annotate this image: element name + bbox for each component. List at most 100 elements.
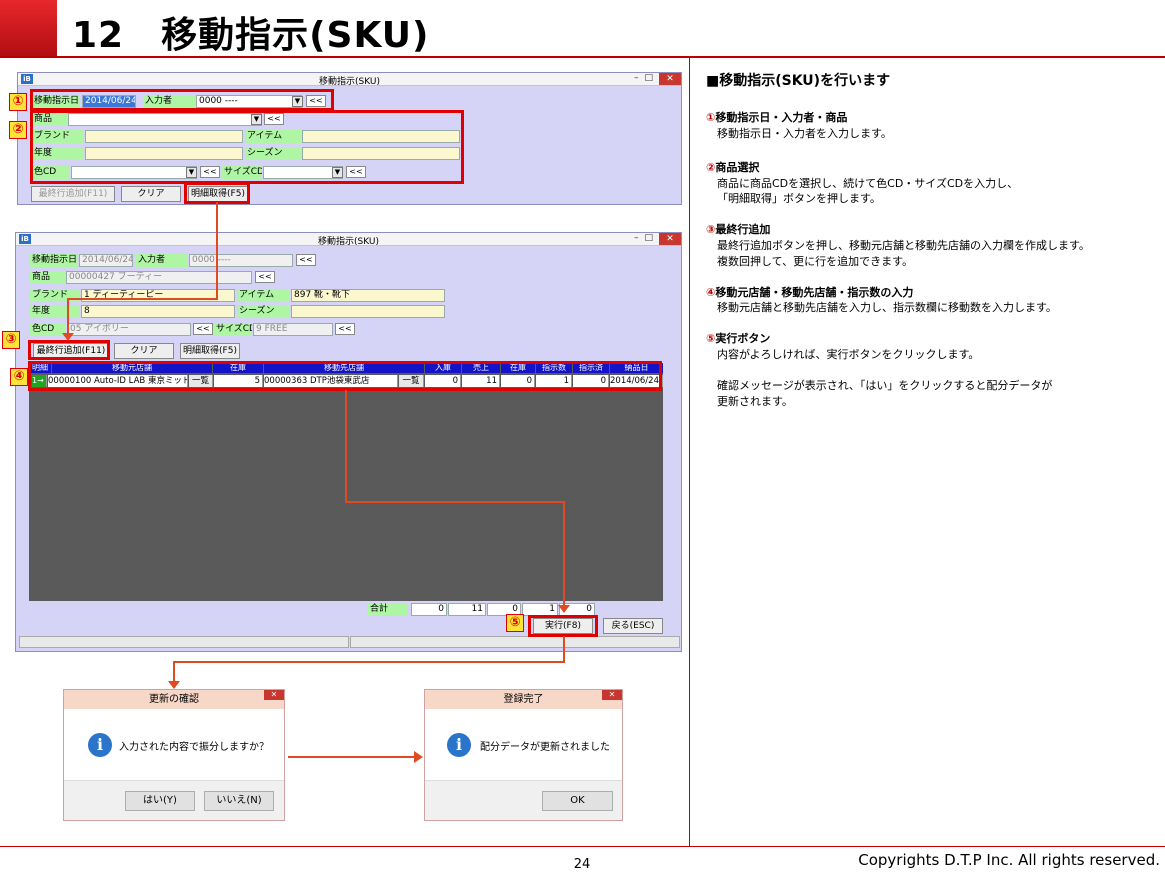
minimize-maximize-icons[interactable]: –□	[634, 233, 659, 243]
color-select[interactable]: 05 アイボリー	[67, 323, 191, 336]
window-title: 移動指示(SKU)	[318, 237, 379, 247]
dialog-footer: はい(Y) いいえ(N)	[64, 780, 284, 820]
total-in: 0	[411, 603, 447, 616]
brand-field[interactable]: 1 ディーティーピー	[81, 289, 235, 302]
section-4-body: 移動元店舗と移動先店舗を入力し、指示数欄に移動数を入力します。	[717, 301, 1057, 314]
dialog-body: i 配分データが更新されました	[425, 709, 622, 773]
arrow-line	[345, 501, 565, 503]
window-titlebar: iB 移動指示(SKU) –□ ✕	[18, 73, 681, 87]
section-2-body-1: 商品に商品CDを選択し、続けて色CD・サイズCDを入力し、	[717, 177, 1019, 190]
item-field[interactable]: 897 靴・靴下	[291, 289, 445, 302]
page-title: 12 移動指示(SKU)	[72, 15, 430, 56]
highlight-box-3	[28, 340, 110, 360]
window-move-instruction-detail: iB 移動指示(SKU) –□ ✕ 移動指示日 2014/06/24 入力者 0…	[15, 232, 682, 652]
clear-button[interactable]: クリア	[121, 186, 181, 202]
arrow-line	[345, 390, 347, 502]
highlight-box-1	[30, 89, 334, 111]
dialog-title: 登録完了	[425, 690, 622, 709]
header-accent-block	[0, 0, 57, 57]
color-label: 色CD	[30, 323, 66, 336]
arrow-head-icon	[414, 751, 423, 763]
arrow-line	[173, 661, 175, 683]
header-divider	[0, 56, 1165, 58]
marker-4: ④	[10, 368, 28, 386]
dialog-body: i 入力された内容で振分しますか？	[64, 709, 284, 773]
product-select[interactable]: 00000427 ブーティー	[66, 271, 252, 284]
size-select[interactable]: 9 FREE	[253, 323, 333, 336]
detail-fetch-button[interactable]: 明細取得(F5)	[180, 343, 240, 359]
section-2-title: ②商品選択	[706, 161, 760, 174]
date-label: 移動指示日	[30, 254, 78, 267]
arrow-head-icon	[558, 605, 570, 613]
size-label: サイズCD	[214, 323, 252, 336]
status-bar-left	[19, 636, 349, 648]
year-field[interactable]: 8	[81, 305, 235, 318]
marker-1: ①	[9, 93, 27, 111]
arrow-head-icon	[168, 681, 180, 689]
date-input[interactable]: 2014/06/24	[79, 254, 133, 267]
dialog-message: 入力された内容で振分しますか？	[119, 742, 269, 753]
inputter-select[interactable]: 0000 ----	[189, 254, 293, 267]
highlight-box-4	[28, 361, 662, 391]
arrow-line	[67, 298, 69, 338]
close-icon[interactable]: ✕	[659, 73, 681, 85]
item-label: アイテム	[237, 289, 290, 302]
total-label: 合計	[368, 603, 408, 616]
confirm-dialog: 更新の確認 ✕ i 入力された内容で振分しますか？ はい(Y) いいえ(N)	[63, 689, 285, 821]
section-1-body: 移動指示日・入力者を入力します。	[717, 127, 892, 140]
arrow-head-icon	[62, 333, 74, 341]
close-icon[interactable]: ✕	[264, 690, 284, 700]
status-bar-right	[350, 636, 680, 648]
prev-button[interactable]: <<	[335, 323, 355, 335]
page-number: 24	[573, 857, 591, 872]
vertical-divider	[689, 58, 690, 846]
ok-button[interactable]: OK	[542, 791, 613, 811]
last-row-add-button[interactable]: 最終行追加(F11)	[31, 186, 115, 202]
copyright-text: Copyrights D.T.P Inc. All rights reserve…	[858, 851, 1160, 869]
arrow-line	[563, 501, 565, 607]
arrow-line	[173, 661, 565, 663]
complete-dialog: 登録完了 ✕ i 配分データが更新されました OK	[424, 689, 623, 821]
back-button[interactable]: 戻る(ESC)	[603, 618, 663, 634]
highlight-box-5	[528, 615, 598, 637]
prev-button[interactable]: <<	[255, 271, 275, 283]
window-title: 移動指示(SKU)	[319, 77, 380, 87]
section-5-title: ⑤実行ボタン	[706, 332, 771, 345]
panel-heading: ■移動指示(SKU)を行います	[706, 73, 891, 89]
dialog-title: 更新の確認	[64, 690, 284, 709]
total-sales: 11	[448, 603, 486, 616]
close-icon[interactable]: ✕	[602, 690, 622, 700]
highlight-box-2	[30, 110, 464, 184]
section-4-title: ④移動元店舗・移動先店舗・指示数の入力	[706, 286, 914, 299]
minimize-maximize-icons[interactable]: –□	[634, 73, 659, 83]
highlight-box-detail	[184, 182, 250, 204]
prev-button[interactable]: <<	[296, 254, 316, 266]
yes-button[interactable]: はい(Y)	[125, 791, 195, 811]
brand-label: ブランド	[30, 289, 80, 302]
close-icon[interactable]: ✕	[659, 233, 681, 245]
prev-button[interactable]: <<	[193, 323, 213, 335]
clear-button[interactable]: クリア	[114, 343, 174, 359]
marker-5: ⑤	[506, 614, 524, 632]
season-label: シーズン	[237, 305, 290, 318]
season-field[interactable]	[291, 305, 445, 318]
info-icon: i	[88, 733, 112, 757]
info-icon: i	[447, 733, 471, 757]
product-label: 商品	[30, 271, 65, 284]
marker-3: ③	[2, 331, 20, 349]
dialog-footer: OK	[425, 780, 622, 820]
section-5-body-1: 内容がよろしければ、実行ボタンをクリックします。	[717, 348, 980, 361]
marker-2: ②	[9, 121, 27, 139]
section-2-body-2: 「明細取得」ボタンを押します。	[717, 192, 881, 205]
year-label: 年度	[30, 305, 80, 318]
section-1-title: ①移動指示日・入力者・商品	[706, 111, 848, 124]
no-button[interactable]: いいえ(N)	[204, 791, 274, 811]
inputter-label: 入力者	[136, 254, 188, 267]
section-3-body-1: 最終行追加ボタンを押し、移動元店舗と移動先店舗の入力欄を作成します。	[717, 239, 1090, 252]
section-5-body-2: 確認メッセージが表示され、「はい」をクリックすると配分データが	[717, 379, 1053, 392]
section-3-body-2: 複数回押して、更に行を追加できます。	[717, 255, 914, 268]
arrow-line	[216, 202, 218, 300]
dialog-message: 配分データが更新されました	[480, 742, 610, 753]
arrow-line	[288, 756, 416, 758]
arrow-line	[563, 636, 565, 662]
